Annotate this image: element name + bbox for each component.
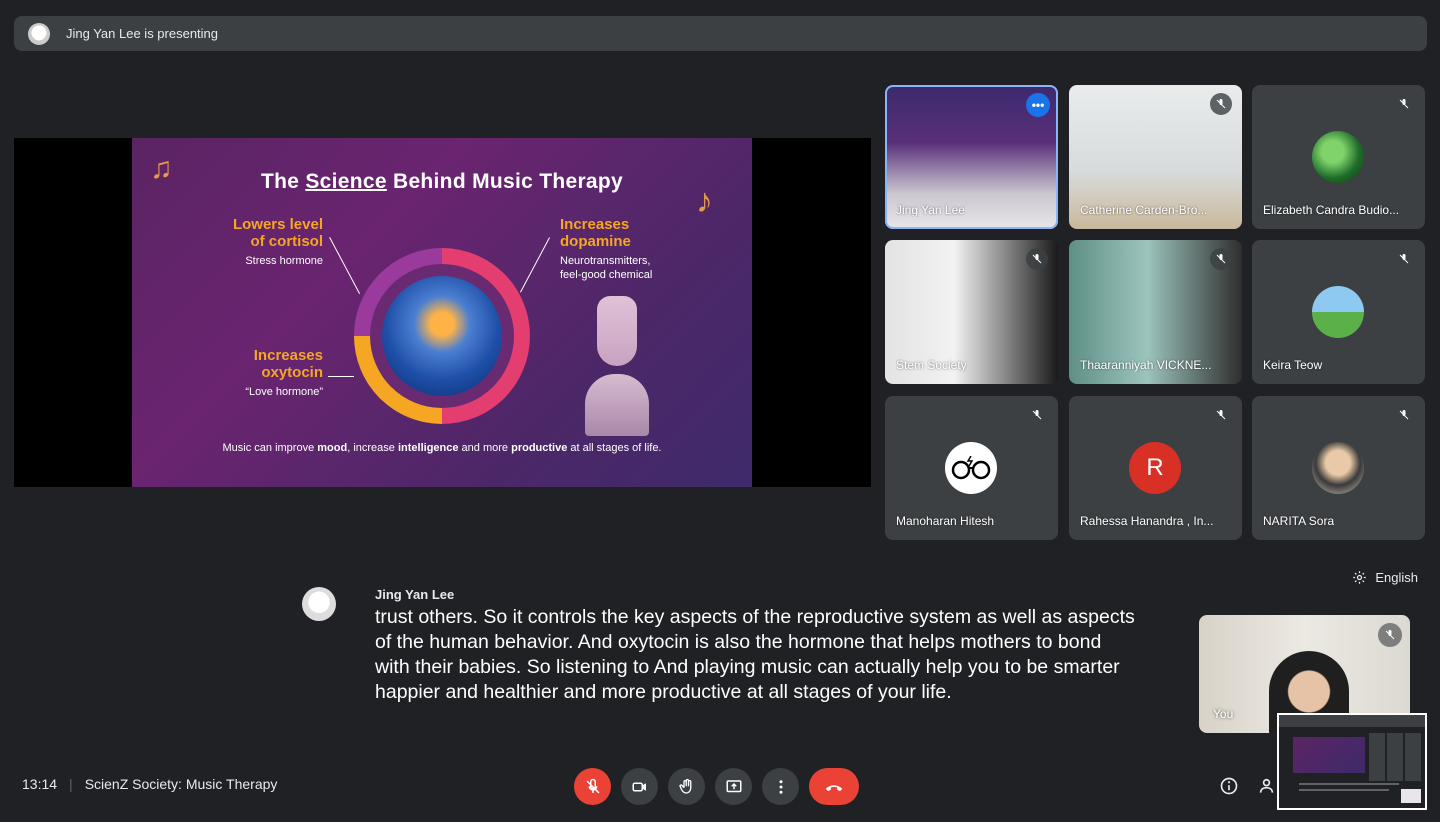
raise-hand-icon bbox=[678, 778, 691, 794]
brain-icon bbox=[382, 276, 502, 396]
presenting-banner: Jing Yan Lee is presenting bbox=[14, 16, 1427, 51]
mic-off-icon bbox=[1393, 248, 1415, 270]
connector-line bbox=[328, 376, 354, 377]
mic-off-icon bbox=[1210, 93, 1232, 115]
participant-tile[interactable]: ••• Jing Yan Lee bbox=[885, 85, 1058, 229]
connector-line bbox=[329, 237, 361, 294]
participant-tile[interactable]: NARITA Sora bbox=[1252, 396, 1425, 540]
cortisol-label: Lowers level of cortisol Stress hormone bbox=[232, 216, 323, 267]
raise-hand-button[interactable] bbox=[668, 768, 705, 805]
leave-call-button[interactable] bbox=[809, 768, 859, 805]
participant-name: Catherine Carden-Bro... bbox=[1080, 203, 1208, 217]
participant-tile[interactable]: Thaaranniyah VICKNE... bbox=[1069, 240, 1242, 384]
meeting-time: 13:14 bbox=[22, 776, 58, 792]
mic-off-icon bbox=[585, 778, 600, 794]
initial-avatar: R bbox=[1129, 442, 1181, 494]
info-icon bbox=[1220, 777, 1238, 795]
participant-tile[interactable]: Keira Teow bbox=[1252, 240, 1425, 384]
more-options-button[interactable] bbox=[762, 768, 799, 805]
participant-name: Thaaranniyah VICKNE... bbox=[1080, 358, 1212, 372]
mic-off-icon bbox=[1393, 93, 1415, 115]
glasses-avatar-icon bbox=[945, 442, 997, 494]
caption-speaker-name: Jing Yan Lee bbox=[375, 587, 455, 602]
participant-name: Jing Yan Lee bbox=[896, 203, 965, 217]
people-icon bbox=[1259, 778, 1274, 793]
more-options-icon bbox=[779, 779, 782, 794]
oxytocin-label: Increases oxytocin “Love hormone” bbox=[245, 347, 323, 398]
more-options-icon[interactable]: ••• bbox=[1026, 93, 1050, 117]
mic-off-icon bbox=[1210, 248, 1232, 270]
avatar bbox=[1312, 131, 1364, 183]
dopamine-label: Increases dopamine Neurotransmitters, fe… bbox=[560, 216, 653, 281]
participant-name: Manoharan Hitesh bbox=[896, 514, 995, 528]
present-now-button[interactable] bbox=[715, 768, 752, 805]
participant-tile[interactable]: Stem Society bbox=[885, 240, 1058, 384]
camera-toggle-button[interactable] bbox=[621, 768, 658, 805]
meeting-info: 13:14 | ScienZ Society: Music Therapy bbox=[22, 776, 277, 792]
call-controls bbox=[574, 768, 859, 805]
screen-share-thumbnail[interactable] bbox=[1277, 713, 1427, 810]
meeting-details-button[interactable] bbox=[1219, 776, 1239, 801]
participant-tile[interactable]: R Rahessa Hanandra , In... bbox=[1069, 396, 1242, 540]
brain-ring-graphic bbox=[354, 248, 530, 424]
people-button[interactable] bbox=[1259, 776, 1279, 801]
slide-title: The Science Behind Music Therapy bbox=[260, 170, 624, 193]
self-view-name: You bbox=[1213, 707, 1234, 721]
participant-tile[interactable]: Elizabeth Candra Budio... bbox=[1252, 85, 1425, 229]
presentation-stage[interactable]: ♫ ♪ The Science Behind Music Therapy Low… bbox=[14, 138, 871, 487]
participant-name: NARITA Sora bbox=[1263, 514, 1335, 528]
presenter-avatar bbox=[28, 22, 50, 45]
mic-off-icon bbox=[1378, 623, 1402, 647]
meeting-title: ScienZ Society: Music Therapy bbox=[84, 776, 278, 792]
caption-text: trust others. So it controls the key asp… bbox=[375, 606, 1135, 703]
mic-toggle-button[interactable] bbox=[574, 768, 611, 805]
participant-name: Keira Teow bbox=[1263, 358, 1323, 372]
camera-icon bbox=[632, 782, 646, 791]
settings-gear-icon bbox=[1353, 571, 1367, 584]
participant-name: Stem Society bbox=[896, 358, 967, 372]
mic-off-icon bbox=[1026, 404, 1048, 426]
participant-name: Elizabeth Candra Budio... bbox=[1263, 203, 1400, 217]
caption-speaker-avatar bbox=[302, 587, 336, 621]
mic-off-icon bbox=[1210, 404, 1232, 426]
synapse-graphic bbox=[585, 296, 649, 436]
participant-tile[interactable]: Manoharan Hitesh bbox=[885, 396, 1058, 540]
avatar bbox=[1312, 442, 1364, 494]
participant-name: Rahessa Hanandra , In... bbox=[1080, 514, 1214, 528]
mic-off-icon bbox=[1026, 248, 1048, 270]
mic-off-icon bbox=[1393, 404, 1415, 426]
presenting-text: Jing Yan Lee is presenting bbox=[66, 26, 219, 41]
end-call-icon bbox=[825, 784, 843, 791]
slide-footer: Music can improve mood, increase intelli… bbox=[222, 442, 662, 454]
presentation-slide: ♫ ♪ The Science Behind Music Therapy Low… bbox=[132, 138, 752, 487]
avatar bbox=[1312, 286, 1364, 338]
meeting-separator: | bbox=[69, 776, 73, 792]
present-icon bbox=[726, 779, 741, 792]
right-controls bbox=[1219, 776, 1279, 801]
connector-line bbox=[520, 237, 550, 293]
participant-tile[interactable]: Catherine Carden-Bro... bbox=[1069, 85, 1242, 229]
caption-language-button[interactable]: English bbox=[1352, 570, 1418, 585]
